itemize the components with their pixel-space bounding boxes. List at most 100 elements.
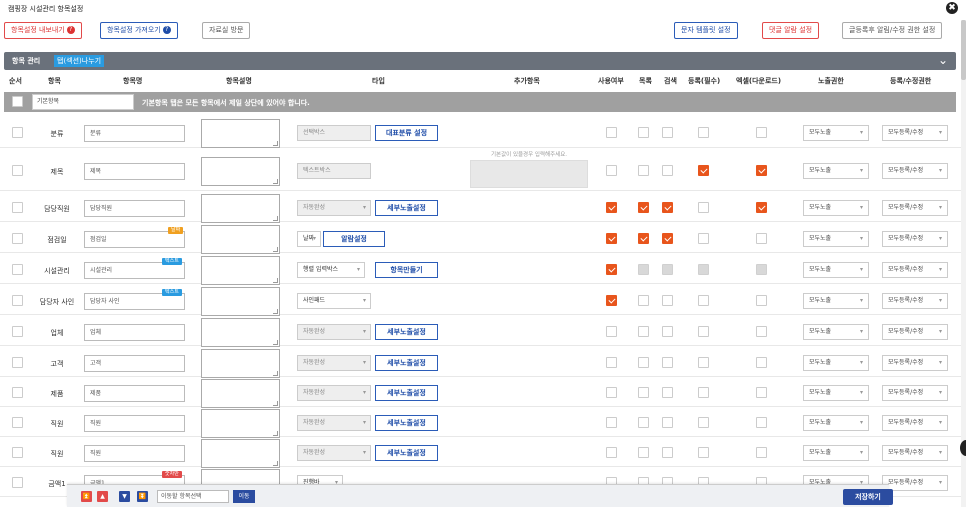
base-item-input[interactable]: 기본항목 (32, 94, 134, 110)
edit-permission-select[interactable]: 모두등록/수정 ▾ (882, 199, 948, 216)
search-checkbox[interactable] (662, 232, 673, 244)
search-checkbox[interactable] (662, 446, 673, 458)
move-bottom-icon[interactable]: ⏬ (137, 491, 148, 502)
exposure-select[interactable]: 모두노출 ▾ (803, 162, 869, 179)
item-type-select[interactable]: 자동완성 ▾ (297, 323, 371, 340)
list-checkbox[interactable] (638, 386, 649, 398)
list-checkbox[interactable] (638, 201, 649, 213)
item-description-textarea[interactable] (201, 286, 280, 316)
edit-permission-select[interactable]: 모두등록/수정 ▾ (882, 230, 948, 247)
item-type-select[interactable]: 자동완성 ▾ (297, 199, 371, 216)
excel-checkbox[interactable] (756, 263, 767, 275)
exposure-select[interactable]: 모두노출 ▾ (803, 414, 869, 431)
exposure-select[interactable]: 모두노출 ▾ (803, 384, 869, 401)
required-checkbox[interactable] (698, 294, 709, 306)
edit-permission-select[interactable]: 모두등록/수정 ▾ (882, 323, 948, 340)
import-settings-button[interactable]: 항목설정 가져오기? (100, 22, 178, 39)
item-description-textarea[interactable] (201, 438, 280, 468)
use-checkbox[interactable] (606, 416, 617, 428)
comment-alarm-button[interactable]: 댓글 알람 설정 (762, 22, 820, 39)
item-description-textarea[interactable] (201, 348, 280, 378)
item-action-button[interactable]: 세부노출설정 (375, 354, 438, 371)
search-checkbox[interactable] (662, 126, 673, 138)
row-order-checkbox[interactable] (12, 356, 23, 368)
item-action-button[interactable]: 세부노출설정 (375, 384, 438, 401)
exposure-select[interactable]: 모두노출 ▾ (803, 323, 869, 340)
exposure-select[interactable]: 모두노출 ▾ (803, 199, 869, 216)
item-name-input[interactable]: 분류 (84, 124, 185, 142)
row-order-checkbox[interactable] (12, 232, 23, 244)
exposure-select[interactable]: 모두노출 ▾ (803, 354, 869, 371)
excel-checkbox[interactable] (756, 294, 767, 306)
list-checkbox[interactable] (638, 294, 649, 306)
item-action-button[interactable]: 대표분류 설정 (375, 124, 438, 141)
scrollbar-thumb[interactable] (961, 20, 966, 80)
visit-library-button[interactable]: 자료실 방문 (202, 22, 251, 39)
item-action-button[interactable]: 항목만들기 (375, 261, 438, 278)
search-checkbox[interactable] (662, 416, 673, 428)
list-checkbox[interactable] (638, 263, 649, 275)
row-order-checkbox[interactable] (12, 126, 23, 138)
required-checkbox[interactable] (698, 201, 709, 213)
item-type-select[interactable]: 자동완성 ▾ (297, 414, 371, 431)
item-name-input[interactable]: 업체 (84, 323, 185, 341)
item-type-select[interactable]: 선택박스 (297, 124, 371, 141)
edit-permission-select[interactable]: 모두등록/수정 ▾ (882, 124, 948, 141)
search-checkbox[interactable] (662, 386, 673, 398)
item-description-textarea[interactable] (201, 118, 280, 148)
list-checkbox[interactable] (638, 232, 649, 244)
use-checkbox[interactable] (606, 201, 617, 213)
side-handle[interactable] (960, 440, 966, 456)
export-settings-button[interactable]: 항목설정 내보내기? (4, 22, 82, 39)
edit-permission-select[interactable]: 모두등록/수정 ▾ (882, 444, 948, 461)
required-checkbox[interactable] (698, 416, 709, 428)
use-checkbox[interactable] (606, 232, 617, 244)
item-description-textarea[interactable] (201, 156, 280, 186)
move-up-icon[interactable]: ▲ (97, 491, 108, 502)
item-description-textarea[interactable] (201, 224, 280, 254)
excel-checkbox[interactable] (756, 386, 767, 398)
item-description-textarea[interactable] (201, 408, 280, 438)
row-order-checkbox[interactable] (12, 164, 23, 176)
row-order-checkbox[interactable] (12, 263, 23, 275)
item-type-select[interactable]: 행렬 입력박스 ▾ (297, 261, 365, 278)
use-checkbox[interactable] (606, 164, 617, 176)
move-button[interactable]: 이동 (233, 490, 255, 503)
list-checkbox[interactable] (638, 325, 649, 337)
item-name-input[interactable]: 고객 (84, 354, 185, 372)
search-checkbox[interactable] (662, 164, 673, 176)
item-action-button[interactable]: 알람설정 (323, 230, 385, 247)
item-action-button[interactable]: 세부노출설정 (375, 323, 438, 340)
close-icon[interactable]: ✖ (946, 2, 958, 14)
use-checkbox[interactable] (606, 294, 617, 306)
item-description-textarea[interactable] (201, 255, 280, 285)
row-order-checkbox[interactable] (12, 201, 23, 213)
edit-permission-select[interactable]: 모두등록/수정 ▾ (882, 384, 948, 401)
search-checkbox[interactable] (662, 294, 673, 306)
required-checkbox[interactable] (698, 232, 709, 244)
item-type-select[interactable]: 텍스트박스 (297, 162, 371, 179)
item-name-input[interactable]: 담당직원 (84, 199, 185, 217)
move-down-icon[interactable]: ▼ (119, 491, 130, 502)
excel-checkbox[interactable] (756, 164, 767, 176)
list-checkbox[interactable] (638, 126, 649, 138)
edit-permission-select[interactable]: 모두등록/수정 ▾ (882, 162, 948, 179)
excel-checkbox[interactable] (756, 325, 767, 337)
base-row-checkbox[interactable] (12, 96, 23, 107)
required-checkbox[interactable] (698, 356, 709, 368)
row-order-checkbox[interactable] (12, 416, 23, 428)
exposure-select[interactable]: 모두노출 ▾ (803, 124, 869, 141)
item-description-textarea[interactable] (201, 378, 280, 408)
exposure-select[interactable]: 모두노출 ▾ (803, 230, 869, 247)
item-action-button[interactable]: 세부노출설정 (375, 414, 438, 431)
item-type-select[interactable]: 날짜 ▾ (297, 230, 321, 247)
excel-checkbox[interactable] (756, 232, 767, 244)
list-checkbox[interactable] (638, 164, 649, 176)
scrollbar-track[interactable] (961, 20, 966, 507)
search-checkbox[interactable] (662, 325, 673, 337)
use-checkbox[interactable] (606, 325, 617, 337)
search-checkbox[interactable] (662, 356, 673, 368)
item-action-button[interactable]: 세부노출설정 (375, 444, 438, 461)
excel-checkbox[interactable] (756, 356, 767, 368)
required-checkbox[interactable] (698, 446, 709, 458)
